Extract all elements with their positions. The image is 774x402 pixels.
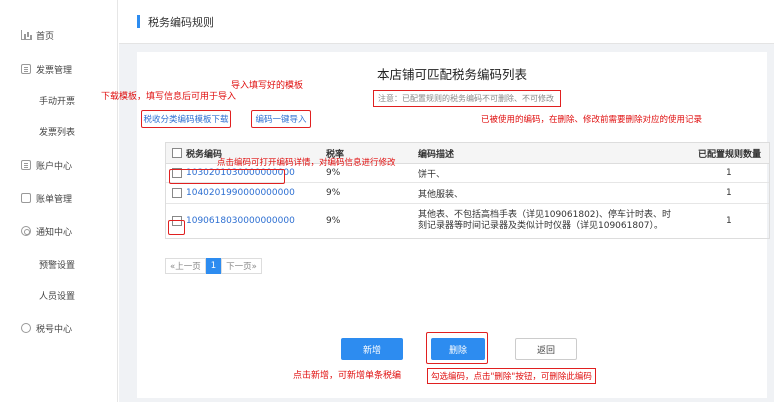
page-1-button[interactable]: 1 [205, 258, 222, 274]
table-row: 1090618030000000000 9% 其他表、不包括高档手表（详见109… [166, 204, 769, 238]
sidebar-item-invoice-management[interactable]: 发票管理 [0, 58, 118, 80]
next-page-button[interactable]: 下一页» [221, 258, 262, 274]
pagination: «上一页 1 下一页» [165, 258, 262, 274]
row-desc: 饼干、 [418, 169, 446, 180]
page-title: 税务编码规则 [148, 16, 214, 29]
gear-icon [21, 226, 31, 236]
invoice-icon [21, 64, 31, 74]
sidebar-item-label: 发票列表 [39, 127, 76, 138]
sidebar-item-label: 税号中心 [36, 324, 73, 335]
tax-circle-icon [21, 323, 31, 333]
tax-code-link[interactable]: 1040201990000000000 [186, 188, 295, 198]
row-desc: 其他服装、 [418, 189, 464, 200]
sidebar-item-staff-settings[interactable]: 人员设置 [0, 284, 118, 306]
annotation-used-hint: 已被使用的编码，在删除、修改前需要删除对应的使用记录 [481, 115, 703, 125]
sidebar-item-notification-center[interactable]: 通知中心 [0, 220, 118, 242]
checkbox-highlight [168, 220, 185, 235]
account-icon [21, 160, 31, 170]
sidebar-item-label: 首页 [36, 31, 55, 42]
sidebar-item-label: 预警设置 [39, 260, 76, 271]
tax-code-link[interactable]: 1090618030000000000 [186, 216, 295, 226]
sidebar-item-tax-number-center[interactable]: 税号中心 [0, 317, 118, 339]
sidebar: 首页 发票管理 手动开票 发票列表 账户中心 账单管理 通知中心 预警设置 人员… [0, 0, 118, 402]
select-all-checkbox[interactable] [172, 148, 182, 158]
row-count: 1 [726, 168, 732, 178]
download-template-button[interactable]: 税收分类编码模板下载 [141, 110, 231, 128]
bill-icon [21, 193, 31, 203]
annotation-click-code-hint: 点击编码可打开编码详情，对编码信息进行修改 [217, 158, 396, 168]
sidebar-item-label: 人员设置 [39, 291, 76, 302]
sidebar-item-home[interactable]: 首页 [0, 24, 118, 46]
sidebar-item-label: 账单管理 [36, 194, 73, 205]
notice-text: 注意：已配置规则的税务编码不可删除、不可修改 [373, 90, 561, 107]
code-link-highlight [169, 169, 285, 184]
import-button[interactable]: 编码一键导入 [251, 110, 311, 128]
sidebar-item-label: 手动开票 [39, 96, 76, 107]
row-rate: 9% [326, 216, 341, 226]
annotation-add-hint: 点击新增，可新增单条税编 [293, 371, 402, 381]
row-checkbox[interactable] [172, 188, 182, 198]
row-count: 1 [726, 188, 732, 198]
delete-button[interactable]: 删除 [431, 338, 485, 360]
home-chart-icon [21, 30, 31, 40]
row-code-cell: 1090618030000000000 [172, 204, 295, 238]
header-desc: 编码描述 [418, 149, 455, 160]
title-accent-bar [137, 15, 140, 28]
page-header: 税务编码规则 [119, 0, 774, 44]
content-panel: 本店铺可匹配税务编码列表 注意：已配置规则的税务编码不可删除、不可修改 税收分类… [137, 52, 770, 398]
sidebar-item-label: 通知中心 [36, 227, 73, 238]
back-button[interactable]: 返回 [515, 338, 577, 360]
prev-page-button[interactable]: «上一页 [165, 258, 206, 274]
sidebar-item-account-center[interactable]: 账户中心 [0, 154, 118, 176]
annotation-download-hint: 下载模板，填写信息后可用于导入 [101, 92, 237, 102]
sidebar-item-alert-settings[interactable]: 预警设置 [0, 253, 118, 275]
row-count: 1 [726, 216, 732, 226]
sidebar-item-label: 发票管理 [36, 65, 73, 76]
add-button[interactable]: 新增 [341, 338, 403, 360]
header-count: 已配置规则数量 [698, 149, 762, 160]
sidebar-item-bill-management[interactable]: 账单管理 [0, 187, 118, 209]
annotation-import-hint: 导入填写好的模板 [231, 81, 304, 91]
annotation-delete-hint: 勾选编码，点击"删除"按钮，可删除此编码 [427, 368, 596, 384]
sidebar-item-label: 账户中心 [36, 161, 73, 172]
main-area: 税务编码规则 本店铺可匹配税务编码列表 注意：已配置规则的税务编码不可删除、不可… [119, 0, 774, 402]
table-row: 1040201990000000000 9% 其他服装、 1 [166, 183, 769, 204]
row-desc: 其他表、不包括高档手表（详见109061802)、停车计时表、时刻记录器等时间记… [418, 209, 672, 232]
sidebar-item-invoice-list[interactable]: 发票列表 [0, 120, 118, 142]
row-rate: 9% [326, 188, 341, 198]
row-code-cell: 1040201990000000000 [172, 183, 295, 203]
header-code-cell: 税务编码 [172, 143, 222, 163]
